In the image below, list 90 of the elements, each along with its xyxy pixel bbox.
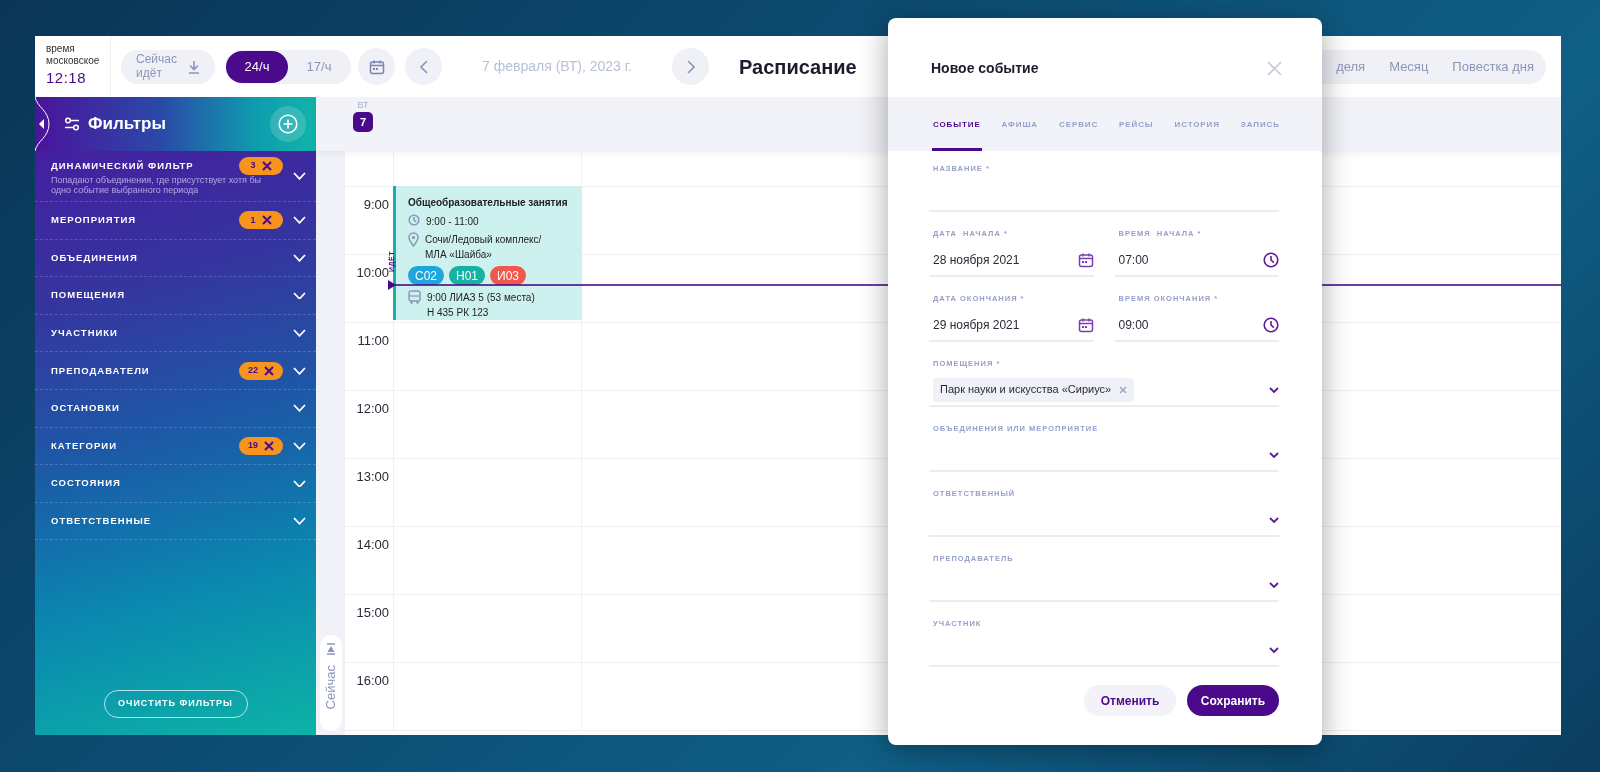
filter-count-badge[interactable]: 19: [239, 436, 283, 455]
select-field[interactable]: Парк науки и искусства «Сириус»: [929, 374, 1279, 407]
filter-description: Попадают объединения, где присутствует хотя бы одно событие выбранного периода: [51, 174, 263, 196]
sidebar-title: Фильтры: [88, 113, 166, 136]
date-label: 7 февраля (ВТ), 2023 г.: [482, 57, 633, 76]
filter-label: ОТВЕТСТВЕННЫЕ: [51, 513, 152, 528]
time-field[interactable]: 07:00: [1114, 244, 1279, 277]
day-number[interactable]: 7: [353, 112, 373, 132]
hour-label: 14:00: [356, 537, 389, 552]
chevron-down-icon: [293, 254, 306, 262]
filter-row[interactable]: МЕРОПРИЯТИЯ 1: [35, 202, 316, 240]
hour-label: 13:00: [356, 469, 389, 484]
filter-label: ОБЪЕДИНЕНИЯ: [51, 250, 138, 265]
filter-label: СОСТОЯНИЯ: [51, 476, 121, 491]
filter-label: УЧАСТНИКИ: [51, 325, 118, 340]
jump-icon: [325, 643, 336, 655]
filter-label: ОСТАНОВКИ: [51, 401, 120, 416]
hour-label: 9:00: [363, 197, 389, 212]
time-field[interactable]: 09:00: [1114, 309, 1279, 342]
hour-label: 12:00: [356, 401, 389, 416]
event-transport: 9:00 ЛИАЗ 5 (53 места) Н 435 РК 123: [427, 291, 535, 320]
clock-icon: [1263, 251, 1279, 268]
hour-label: 15:00: [356, 605, 389, 620]
download-icon: [188, 59, 200, 74]
clock-icon: [1263, 316, 1279, 333]
collapse-handle-icon[interactable]: [35, 97, 51, 151]
filter-row[interactable]: ДИНАМИЧЕСКИЙ ФИЛЬТР 3 Попадают объединения, где присутствует хотя бы одно событие выбранного периода: [35, 151, 316, 202]
calendar-icon: [1077, 251, 1094, 268]
page-title: Расписание: [739, 54, 857, 80]
filter-label: ПОМЕЩЕНИЯ: [51, 288, 125, 303]
close-icon: [261, 160, 272, 171]
chevron-down-icon: [1269, 451, 1279, 458]
cancel-button[interactable]: Отменить: [1084, 685, 1176, 716]
clock-icon: [408, 214, 420, 226]
next-button[interactable]: [672, 48, 709, 85]
filter-label: ПРЕПОДАВАТЕЛИ: [51, 363, 150, 378]
chevron-down-icon: [1269, 516, 1279, 523]
chevron-down-icon: [293, 291, 306, 300]
chevron-down-icon: [1269, 386, 1279, 393]
hour-label: 16:00: [356, 673, 389, 688]
chevron-down-icon: [293, 517, 306, 525]
chevron-down-icon: [293, 404, 306, 413]
chevron-down-icon: [293, 216, 306, 225]
hour-label: 11:00: [357, 333, 389, 348]
filter-count-badge[interactable]: 3: [239, 156, 283, 175]
sliders-icon: [64, 117, 80, 131]
scale-toggle-option[interactable]: 24/ч: [226, 50, 288, 83]
close-icon: [264, 365, 274, 376]
filter-label: МЕРОПРИЯТИЯ: [51, 213, 137, 228]
calendar-icon: [1077, 316, 1094, 333]
date-field[interactable]: 28 ноября 2021: [929, 244, 1094, 277]
calendar-icon: [368, 58, 385, 75]
hour-label: 10:00: [356, 265, 389, 280]
filter-label: КАТЕГОРИИ: [51, 438, 117, 453]
filter-row[interactable]: КАТЕГОРИИ 19: [35, 427, 316, 466]
event-title: Общеобразовательные занятия: [408, 196, 569, 210]
location-pin-icon: [408, 232, 419, 247]
close-icon: [1119, 385, 1128, 394]
chevron-down-icon: [293, 479, 306, 488]
close-icon: [264, 440, 274, 451]
chevron-down-icon: [293, 366, 306, 375]
chevron-down-icon: [293, 441, 306, 450]
previous-button[interactable]: [405, 48, 442, 85]
date-field[interactable]: 29 ноября 2021: [929, 309, 1094, 342]
modal-tab[interactable]: СОБЫТИЕ: [932, 97, 982, 151]
calendar-button[interactable]: [358, 48, 395, 85]
chevron-down-icon: [293, 329, 306, 337]
filter-count-badge[interactable]: 1: [239, 211, 283, 230]
chevron-right-icon: [686, 59, 695, 74]
clock-label: время московское: [46, 43, 101, 68]
event-time: 9:00 - 11:00: [426, 215, 479, 229]
plus-circle-icon: [278, 114, 298, 134]
filter-row[interactable]: ПРЕПОДАВАТЕЛИ 22: [35, 352, 316, 390]
chevron-down-icon: [293, 172, 306, 180]
add-button[interactable]: [270, 106, 306, 142]
event-location: Сочи/Ледовый комплекс/ МЛА «Шайба»: [425, 233, 543, 262]
filter-count-badge[interactable]: 22: [239, 361, 283, 380]
clock-time: 12:18: [46, 68, 88, 89]
close-icon: [1267, 61, 1282, 76]
save-button[interactable]: Сохранить: [1187, 685, 1279, 716]
modal-title: Новое событие: [931, 59, 1039, 78]
filter-label: ДИНАМИЧЕСКИЙ ФИЛЬТР: [51, 158, 194, 173]
chevron-down-icon: [1269, 581, 1279, 588]
weekday-label: ВТ: [356, 101, 370, 110]
chevron-left-icon: [419, 59, 428, 74]
close-icon: [261, 215, 272, 226]
chevron-down-icon: [1269, 646, 1279, 653]
bus-icon: [408, 290, 421, 304]
close-button[interactable]: [1267, 61, 1282, 76]
selected-chip[interactable]: Парк науки и искусства «Сириус»: [933, 377, 1135, 402]
